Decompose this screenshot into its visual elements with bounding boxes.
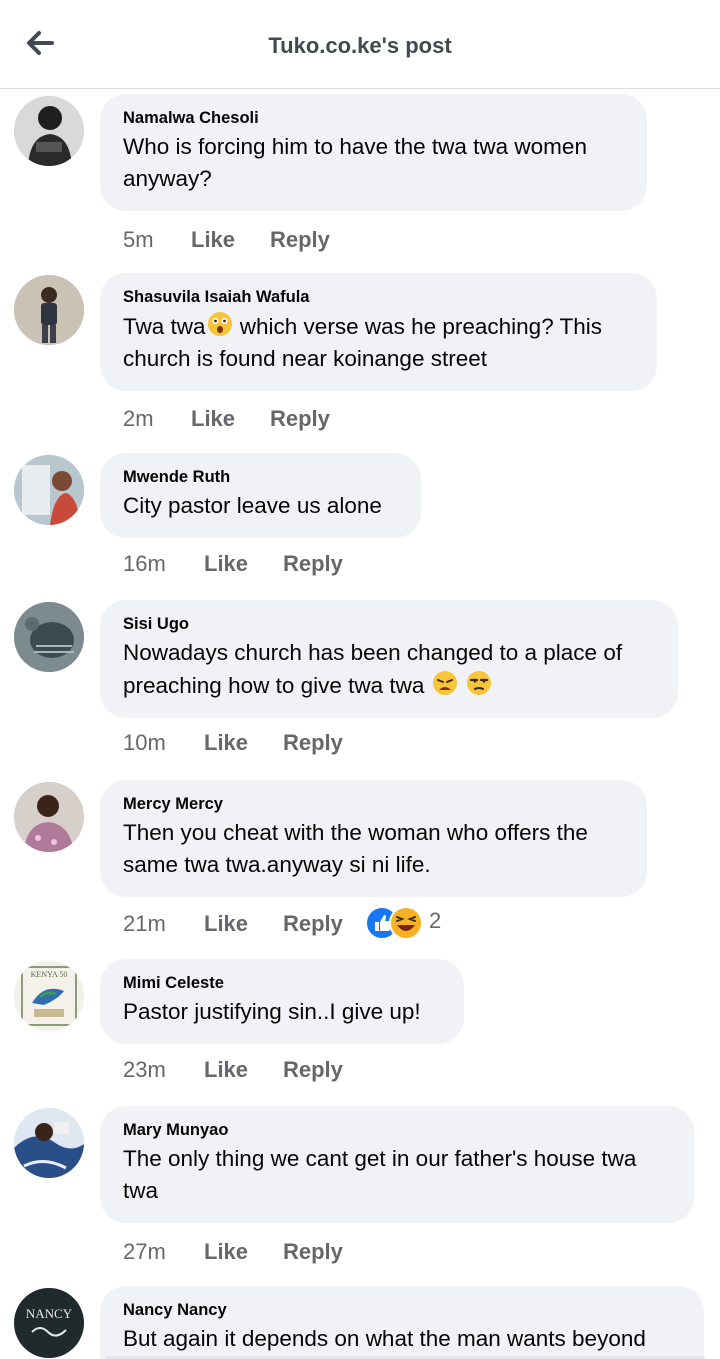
comment-text-part: Twa twa bbox=[123, 314, 206, 339]
comment-author[interactable]: Shasuvila Isaiah Wafula bbox=[123, 287, 633, 307]
reply-button[interactable]: Reply bbox=[283, 728, 343, 758]
comment-item: KENYA 50 Mimi Celeste Pastor justifying … bbox=[0, 959, 720, 1089]
reaction-count: 2 bbox=[429, 908, 442, 933]
avatar[interactable]: NANCY bbox=[14, 1288, 84, 1358]
comment-text: Nowadays church has been changed to a pl… bbox=[123, 637, 654, 702]
comment-item: Mercy Mercy Then you cheat with the woma… bbox=[0, 780, 720, 955]
avatar-logo-text: NANCY bbox=[26, 1306, 73, 1321]
comment-author[interactable]: Mwende Ruth bbox=[123, 467, 397, 487]
comment-item: Mwende Ruth City pastor leave us alone 1… bbox=[0, 453, 720, 583]
comment-time[interactable]: 5m bbox=[123, 225, 154, 255]
comment-time[interactable]: 27m bbox=[123, 1237, 166, 1267]
like-button[interactable]: Like bbox=[191, 404, 235, 434]
avatar[interactable] bbox=[14, 602, 84, 672]
reply-button[interactable]: Reply bbox=[283, 909, 343, 939]
comment-author[interactable]: Mary Munyao bbox=[123, 1120, 670, 1140]
astonished-face-emoji bbox=[207, 312, 232, 336]
comment-text: City pastor leave us alone bbox=[123, 493, 382, 518]
comment-item: Sisi Ugo Nowadays church has been change… bbox=[0, 600, 720, 775]
comment-author[interactable]: Mimi Celeste bbox=[123, 973, 440, 993]
comments-list: Namalwa Chesoli Who is forcing him to ha… bbox=[0, 89, 720, 1359]
avatar[interactable] bbox=[14, 275, 84, 345]
comment-bubble: Sisi Ugo Nowadays church has been change… bbox=[100, 600, 678, 718]
comment-bubble: Mimi Celeste Pastor justifying sin..I gi… bbox=[100, 959, 464, 1044]
comment-author[interactable]: Namalwa Chesoli bbox=[123, 108, 623, 128]
unamused-face-emoji bbox=[466, 671, 491, 695]
weary-face-emoji bbox=[432, 671, 457, 695]
page-title: Tuko.co.ke's post bbox=[268, 33, 452, 58]
comment-text-part: Nowadays church has been changed to a pl… bbox=[123, 640, 623, 698]
comment-time[interactable]: 23m bbox=[123, 1055, 166, 1085]
reply-button[interactable]: Reply bbox=[283, 1237, 343, 1267]
like-button[interactable]: Like bbox=[204, 909, 248, 939]
haha-reaction-icon bbox=[389, 906, 423, 940]
reply-button[interactable]: Reply bbox=[283, 549, 343, 579]
comment-author[interactable]: Sisi Ugo bbox=[123, 614, 654, 634]
avatar[interactable] bbox=[14, 782, 84, 852]
comment-bubble: Mercy Mercy Then you cheat with the woma… bbox=[100, 780, 647, 897]
comment-time[interactable]: 2m bbox=[123, 404, 154, 434]
like-button[interactable]: Like bbox=[204, 728, 248, 758]
comment-bubble: Nancy Nancy But again it depends on what… bbox=[100, 1286, 704, 1359]
comment-time[interactable]: 10m bbox=[123, 728, 166, 758]
reply-button[interactable]: Reply bbox=[283, 1055, 343, 1085]
comment-time[interactable]: 16m bbox=[123, 549, 166, 579]
comment-item: Namalwa Chesoli Who is forcing him to ha… bbox=[0, 94, 720, 269]
top-bar: Tuko.co.ke's post bbox=[0, 0, 720, 89]
like-button[interactable]: Like bbox=[204, 549, 248, 579]
comment-bubble: Namalwa Chesoli Who is forcing him to ha… bbox=[100, 94, 647, 211]
comment-author[interactable]: Nancy Nancy bbox=[123, 1300, 680, 1320]
comment-author[interactable]: Mercy Mercy bbox=[123, 794, 623, 814]
like-button[interactable]: Like bbox=[204, 1237, 248, 1267]
reply-button[interactable]: Reply bbox=[270, 225, 330, 255]
reply-button[interactable]: Reply bbox=[270, 404, 330, 434]
comment-bubble: Mary Munyao The only thing we cant get i… bbox=[100, 1106, 694, 1223]
avatar[interactable]: KENYA 50 bbox=[14, 961, 84, 1031]
comment-text: Twa twa which verse was he preaching? Th… bbox=[123, 310, 633, 375]
like-button[interactable]: Like bbox=[191, 225, 235, 255]
avatar[interactable] bbox=[14, 455, 84, 525]
like-button[interactable]: Like bbox=[204, 1055, 248, 1085]
comment-text: Pastor justifying sin..I give up! bbox=[123, 999, 421, 1024]
comment-text: Then you cheat with the woman who offers… bbox=[123, 820, 588, 877]
reaction-summary[interactable]: 2 bbox=[365, 906, 465, 940]
comment-item: Shasuvila Isaiah Wafula Twa twa which ve… bbox=[0, 273, 720, 448]
comment-item: NANCY Nancy Nancy But again it depends o… bbox=[0, 1286, 720, 1359]
avatar-stamp-text: KENYA 50 bbox=[31, 970, 68, 979]
comment-time[interactable]: 21m bbox=[123, 909, 166, 939]
comment-bubble: Shasuvila Isaiah Wafula Twa twa which ve… bbox=[100, 273, 657, 391]
comment-text: But again it depends on what the man wan… bbox=[123, 1326, 646, 1351]
comment-text: Who is forcing him to have the twa twa w… bbox=[123, 134, 587, 191]
comment-bubble: Mwende Ruth City pastor leave us alone bbox=[100, 453, 421, 538]
comment-item: Mary Munyao The only thing we cant get i… bbox=[0, 1106, 720, 1281]
avatar[interactable] bbox=[14, 96, 84, 166]
avatar[interactable] bbox=[14, 1108, 84, 1178]
comment-text: The only thing we cant get in our father… bbox=[123, 1146, 637, 1203]
